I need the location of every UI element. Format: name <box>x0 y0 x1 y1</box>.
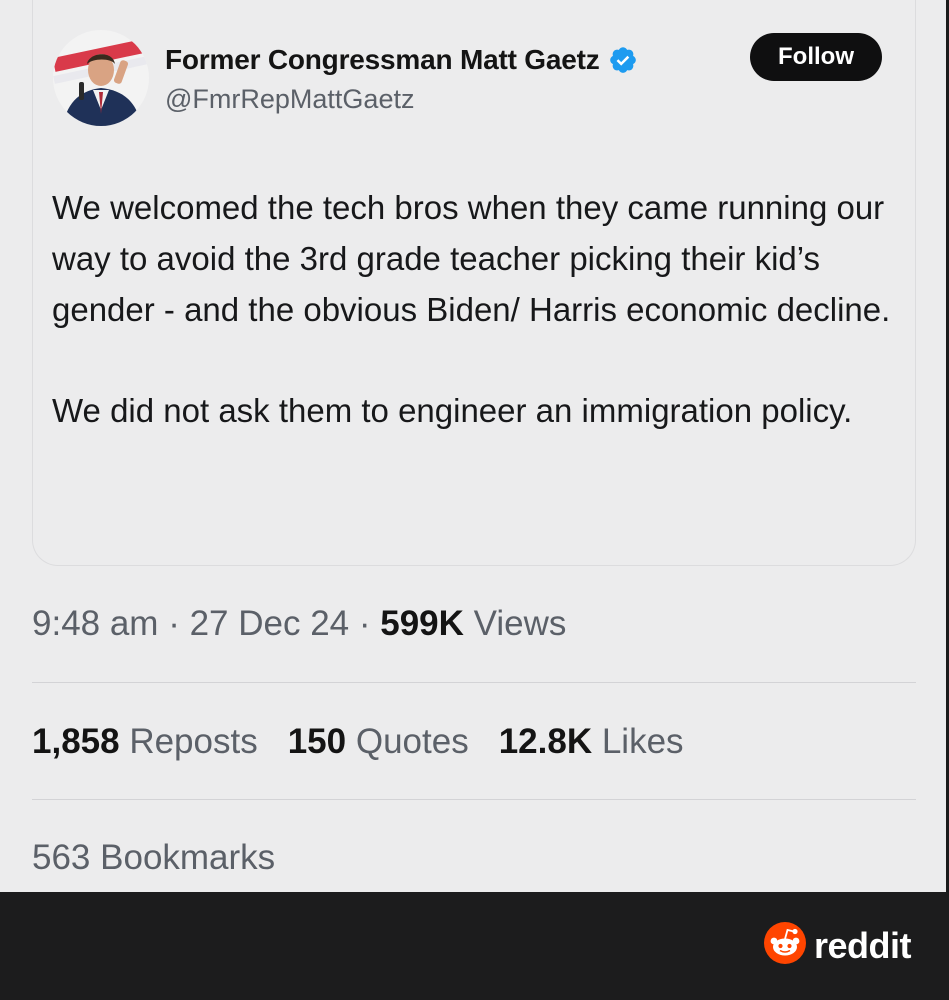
tweet-paragraph: We welcomed the tech bros when they came… <box>52 189 891 328</box>
bookmarks-label: Bookmarks <box>90 838 276 877</box>
tweet-date[interactable]: 27 Dec 24 <box>190 604 350 643</box>
avatar[interactable] <box>53 30 149 126</box>
reddit-watermark-bar: reddit <box>0 892 949 1000</box>
likes-stat[interactable]: 12.8K Likes <box>499 722 684 761</box>
bookmarks-stat[interactable]: 563 Bookmarks <box>32 838 275 878</box>
author-name-row: Former Congressman Matt Gaetz <box>165 40 638 80</box>
separator-dot: · <box>349 604 381 643</box>
bookmarks-count: 563 <box>32 838 91 877</box>
quotes-stat[interactable]: 150 Quotes <box>288 722 469 761</box>
tweet-metadata: 9:48 am · 27 Dec 24 · 599K Views <box>32 604 566 644</box>
engagement-stats: 1,858 Reposts 150 Quotes 12.8K Likes <box>32 722 684 762</box>
avatar-photo <box>53 30 149 126</box>
tweet-time[interactable]: 9:48 am <box>32 604 158 643</box>
author-handle[interactable]: @FmrRepMattGaetz <box>165 84 414 115</box>
follow-button[interactable]: Follow <box>750 33 882 81</box>
reddit-snoo-icon <box>763 922 806 969</box>
verified-badge-icon <box>608 45 638 75</box>
reposts-label: Reposts <box>119 722 258 761</box>
likes-label: Likes <box>592 722 684 761</box>
reddit-wordmark: reddit <box>813 924 912 966</box>
reposts-stat[interactable]: 1,858 Reposts <box>32 722 258 761</box>
quotes-count: 150 <box>287 722 347 761</box>
divider <box>32 682 916 683</box>
reposts-count: 1,858 <box>32 722 120 761</box>
views-label: Views <box>463 604 567 643</box>
embedded-tweet-card: Former Congressman Matt Gaetz @FmrRepMat… <box>32 0 916 566</box>
screenshot-page: Former Congressman Matt Gaetz @FmrRepMat… <box>0 0 949 892</box>
likes-count: 12.8K <box>498 722 593 761</box>
tweet-paragraph: We did not ask them to engineer an immig… <box>52 392 853 429</box>
views-count: 599K <box>380 604 464 643</box>
divider <box>32 799 916 800</box>
tweet-text: We welcomed the tech bros when they came… <box>52 182 892 436</box>
author-display-name[interactable]: Former Congressman Matt Gaetz <box>165 44 600 76</box>
quotes-label: Quotes <box>346 722 469 761</box>
reddit-logo: reddit <box>763 922 912 969</box>
separator-dot: · <box>158 604 190 643</box>
